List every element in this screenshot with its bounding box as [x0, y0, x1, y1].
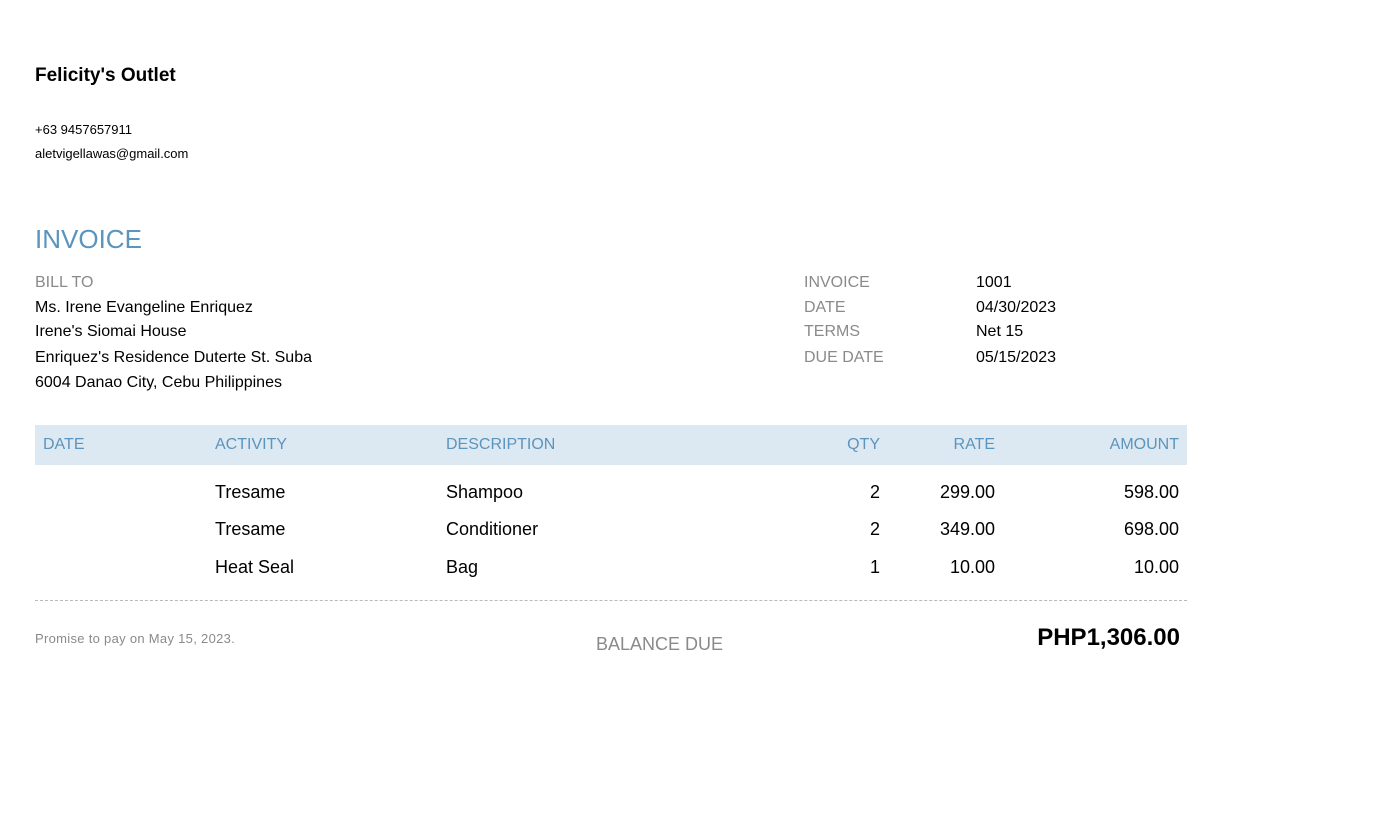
- bill-to-street: Enriquez's Residence Duterte St. Suba: [35, 349, 312, 366]
- row-activity: Heat Seal: [215, 557, 295, 577]
- bill-to-name: Ms. Irene Evangeline Enriquez: [35, 299, 253, 316]
- invoice-number-label: INVOICE: [804, 274, 870, 291]
- row-qty: 1: [869, 557, 880, 577]
- row-amount: 698.00: [1123, 519, 1179, 539]
- header-description: DESCRIPTION: [446, 436, 556, 453]
- table-row: Tresame Shampoo 2 299.00 598.00: [35, 482, 1187, 512]
- bill-to-business: Irene's Siomai House: [35, 323, 187, 340]
- row-description: Bag: [446, 557, 479, 577]
- due-date-label: DUE DATE: [804, 349, 884, 366]
- totals-divider: [35, 600, 1187, 601]
- due-date-value: 05/15/2023: [976, 349, 1057, 366]
- row-rate: 10.00: [949, 557, 995, 577]
- invoice-number-value: 1001: [976, 274, 1012, 291]
- row-rate: 349.00: [939, 519, 995, 539]
- terms-label: TERMS: [804, 323, 860, 340]
- row-qty: 2: [869, 519, 880, 539]
- invoice-date-label: DATE: [804, 299, 846, 316]
- row-activity: Tresame: [215, 482, 286, 502]
- table-row: Heat Seal Bag 1 10.00 10.00: [35, 557, 1187, 587]
- payment-note: Promise to pay on May 15, 2023.: [35, 631, 236, 646]
- balance-due-label: BALANCE DUE: [596, 634, 724, 654]
- balance-due-value: PHP1,306.00: [1037, 624, 1180, 651]
- company-phone: +63 9457657911: [35, 122, 132, 137]
- company-email: aletvigellawas@gmail.com: [35, 146, 189, 161]
- row-activity: Tresame: [215, 519, 286, 539]
- row-amount: 10.00: [1133, 557, 1179, 577]
- header-rate: RATE: [953, 436, 995, 453]
- row-description: Conditioner: [446, 519, 539, 539]
- bill-to-city: 6004 Danao City, Cebu Philippines: [35, 374, 282, 391]
- header-amount: AMOUNT: [1109, 436, 1179, 453]
- row-description: Shampoo: [446, 482, 524, 502]
- company-name: Felicity's Outlet: [35, 65, 176, 86]
- table-row: Tresame Conditioner 2 349.00 698.00: [35, 519, 1187, 549]
- items-table-header: DATE ACTIVITY DESCRIPTION QTY RATE AMOUN…: [35, 425, 1187, 465]
- terms-value: Net 15: [976, 323, 1024, 340]
- bill-to-label: BILL TO: [35, 274, 94, 291]
- header-activity: ACTIVITY: [215, 436, 288, 453]
- invoice-title: INVOICE: [35, 224, 142, 254]
- header-date: DATE: [43, 436, 85, 453]
- row-rate: 299.00: [939, 482, 995, 502]
- header-qty: QTY: [847, 436, 880, 453]
- invoice-date-value: 04/30/2023: [976, 299, 1057, 316]
- row-amount: 598.00: [1123, 482, 1179, 502]
- row-qty: 2: [869, 482, 880, 502]
